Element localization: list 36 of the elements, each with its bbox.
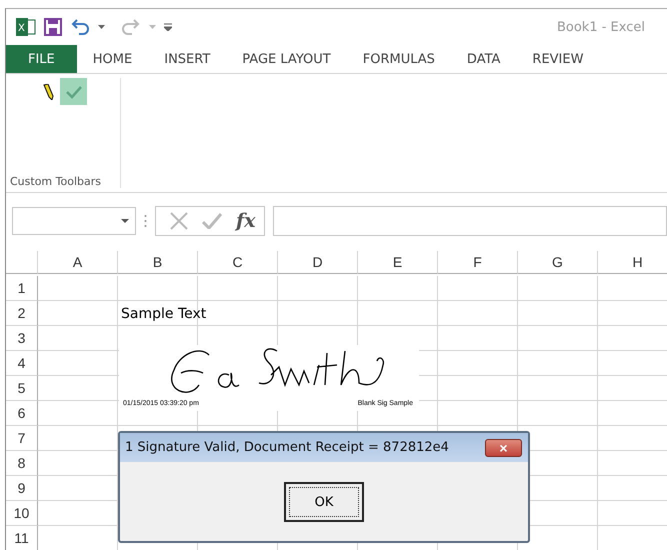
cell-text: Sample Text xyxy=(120,306,206,322)
group-label: Custom Toolbars xyxy=(9,175,102,188)
dialog-title: 1 Signature Valid, Document Receipt = 872812e4 xyxy=(125,440,449,455)
ribbon-tab[interactable]: DATA xyxy=(450,45,516,73)
column-header[interactable]: B xyxy=(118,251,198,274)
ok-button[interactable]: OK xyxy=(284,482,364,522)
redo-icon[interactable] xyxy=(121,19,141,35)
column-header[interactable]: E xyxy=(358,251,438,274)
column-header[interactable]: H xyxy=(598,251,667,274)
column-header[interactable]: G xyxy=(518,251,598,274)
column-header[interactable]: D xyxy=(278,251,358,274)
customize-icon[interactable] xyxy=(164,23,172,31)
dropdown-caret-icon[interactable] xyxy=(121,219,129,223)
checkmark-button[interactable] xyxy=(60,78,87,105)
close-button[interactable]: × xyxy=(485,438,522,456)
ribbon-tab[interactable]: INSERT xyxy=(148,45,226,73)
window-title: Book1 - Excel xyxy=(556,20,645,34)
caret-icon[interactable] xyxy=(98,25,105,29)
insert-function-button[interactable]: fx xyxy=(236,210,256,232)
column-header[interactable]: F xyxy=(438,251,518,274)
pencil-icon[interactable] xyxy=(42,84,54,100)
ribbon-tab[interactable]: FILE xyxy=(6,45,77,73)
column-header[interactable]: A xyxy=(38,251,118,274)
column-header[interactable]: C xyxy=(198,251,278,274)
ribbon-tab[interactable]: PAGE LAYOUT xyxy=(226,45,347,73)
select-all-corner[interactable] xyxy=(6,251,38,274)
undo-icon[interactable] xyxy=(70,19,90,35)
ribbon-tab[interactable]: REVIEW xyxy=(516,45,600,73)
ribbon-tab[interactable]: FORMULAS xyxy=(346,45,451,73)
check-icon[interactable] xyxy=(202,213,222,229)
formula-input[interactable] xyxy=(272,206,667,236)
cancel-icon[interactable] xyxy=(170,212,188,230)
more-options-icon[interactable] xyxy=(144,214,147,228)
save-icon[interactable] xyxy=(44,18,62,36)
check-icon xyxy=(64,84,82,98)
ribbon-tab[interactable]: HOME xyxy=(76,45,148,73)
